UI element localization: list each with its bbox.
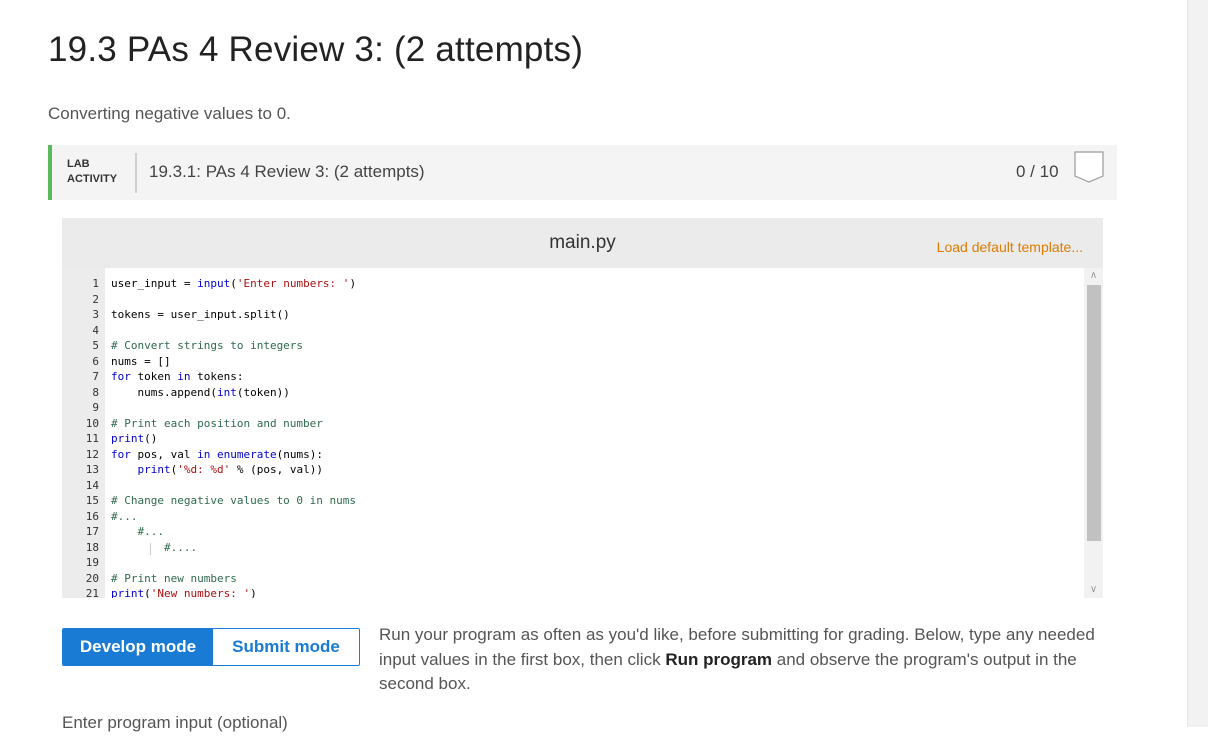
- develop-mode-button[interactable]: Develop mode: [63, 629, 213, 665]
- code-text: #...: [111, 509, 138, 523]
- line-number: 15: [85, 494, 99, 507]
- page-title: 19.3 PAs 4 Review 3: (2 attempts): [48, 30, 584, 69]
- code-line[interactable]: 5 # Convert strings to integers: [62, 338, 1082, 354]
- line-number: 8: [92, 385, 99, 399]
- indent-guide: [150, 542, 151, 555]
- code-line[interactable]: 3 tokens = user_input.split(): [62, 307, 1082, 323]
- code-line[interactable]: 19: [62, 555, 1082, 571]
- code-line[interactable]: 16 #...: [62, 509, 1082, 525]
- line-number: 2: [92, 292, 99, 306]
- run-instructions: Run your program as often as you'd like,…: [379, 623, 1109, 697]
- line-number: 1: [92, 277, 99, 290]
- program-input-label: Enter program input (optional): [62, 713, 288, 732]
- line-number: 7: [92, 370, 99, 383]
- line-number: 6: [92, 354, 99, 368]
- lab-activity-tag: LAB ACTIVITY: [67, 157, 117, 187]
- code-line[interactable]: 2: [62, 292, 1082, 308]
- code-editor-panel: main.py Load default template... 1 user_i…: [62, 218, 1103, 598]
- scroll-down-arrow-icon[interactable]: ∨: [1084, 582, 1103, 598]
- page-subtitle: Converting negative values to 0.: [48, 104, 291, 123]
- line-number: 9: [92, 401, 99, 414]
- code-line[interactable]: 9: [62, 400, 1082, 416]
- line-number: 10: [85, 416, 99, 430]
- code-text: nums.append(int(token)): [111, 385, 290, 399]
- code-line[interactable]: 4: [62, 323, 1082, 339]
- scroll-up-arrow-icon[interactable]: ∧: [1084, 268, 1103, 284]
- line-number: 17: [85, 525, 99, 538]
- code-line[interactable]: 14: [62, 478, 1082, 494]
- line-number: 5: [92, 339, 99, 352]
- code-text: # Change negative values to 0 in nums: [111, 494, 357, 507]
- run-program-reference: Run program: [665, 649, 773, 669]
- right-scroll-gutter: [1187, 0, 1208, 727]
- code-text: nums = []: [111, 354, 171, 368]
- code-text: user_input = input('Enter numbers: '): [111, 277, 357, 290]
- code-text: for token in tokens:: [111, 370, 244, 383]
- code-line[interactable]: 6 nums = []: [62, 354, 1082, 370]
- scroll-thumb[interactable]: [1087, 285, 1101, 541]
- lab-activity-card: LAB ACTIVITY 19.3.1: PAs 4 Review 3: (2 …: [48, 145, 1117, 745]
- code-editor[interactable]: 1 user_input = input('Enter numbers: ') 2 3…: [62, 268, 1103, 598]
- line-number: 4: [92, 323, 99, 337]
- code-line[interactable]: 8 nums.append(int(token)): [62, 385, 1082, 401]
- code-line[interactable]: 17 #...: [62, 524, 1082, 540]
- code-line[interactable]: 13 print('%d: %d' % (pos, val)): [62, 462, 1082, 478]
- line-number: 14: [85, 478, 99, 492]
- line-number: 12: [85, 447, 99, 461]
- header-divider: [135, 153, 137, 193]
- submit-mode-button[interactable]: Submit mode: [213, 629, 359, 665]
- code-text: # Print new numbers: [111, 571, 237, 585]
- line-number: 16: [85, 509, 99, 523]
- code-line[interactable]: 20 # Print new numbers: [62, 571, 1082, 587]
- mode-toggle: Develop mode Submit mode: [62, 628, 360, 666]
- lab-score: 0 / 10: [1016, 162, 1059, 181]
- code-line[interactable]: 10 # Print each position and number: [62, 416, 1082, 432]
- code-line[interactable]: 21 print('New numbers: '): [62, 586, 1082, 598]
- line-number: 21: [85, 587, 99, 598]
- line-number: 11: [85, 432, 99, 445]
- code-text: tokens = user_input.split(): [111, 308, 290, 321]
- code-line[interactable]: 1 user_input = input('Enter numbers: '): [62, 276, 1082, 292]
- empty-badge-icon: [1074, 151, 1104, 183]
- code-line[interactable]: 11 print(): [62, 431, 1082, 447]
- code-text: #....: [163, 540, 198, 554]
- code-text: # Print each position and number: [111, 416, 323, 430]
- lab-tag-line2: ACTIVITY: [67, 173, 118, 185]
- line-number: 20: [85, 571, 99, 585]
- code-line[interactable]: 7 for token in tokens:: [62, 369, 1082, 385]
- code-text: #...: [137, 525, 165, 538]
- lab-tag-line1: LAB: [67, 158, 90, 170]
- code-text: print(): [111, 432, 158, 445]
- editor-scrollbar[interactable]: ∧ ∨: [1084, 268, 1103, 598]
- code-text: print('%d: %d' % (pos, val)): [137, 463, 323, 476]
- code-line[interactable]: 15 # Change negative values to 0 in nums: [62, 493, 1082, 509]
- load-default-template-link[interactable]: Load default template...: [937, 239, 1083, 255]
- line-number: 13: [85, 463, 99, 476]
- lab-header: LAB ACTIVITY 19.3.1: PAs 4 Review 3: (2 …: [48, 145, 1117, 200]
- code-line[interactable]: 12 for pos, val in enumerate(nums):: [62, 447, 1082, 463]
- line-number: 19: [85, 556, 99, 569]
- code-text: # Convert strings to integers: [111, 339, 304, 352]
- line-number: 18: [85, 540, 99, 554]
- line-number: 3: [92, 308, 99, 321]
- lab-title: 19.3.1: PAs 4 Review 3: (2 attempts): [149, 162, 425, 181]
- code-text: print('New numbers: '): [111, 587, 257, 598]
- code-text: for pos, val in enumerate(nums):: [111, 447, 323, 461]
- code-line[interactable]: 18 #....: [62, 540, 1082, 556]
